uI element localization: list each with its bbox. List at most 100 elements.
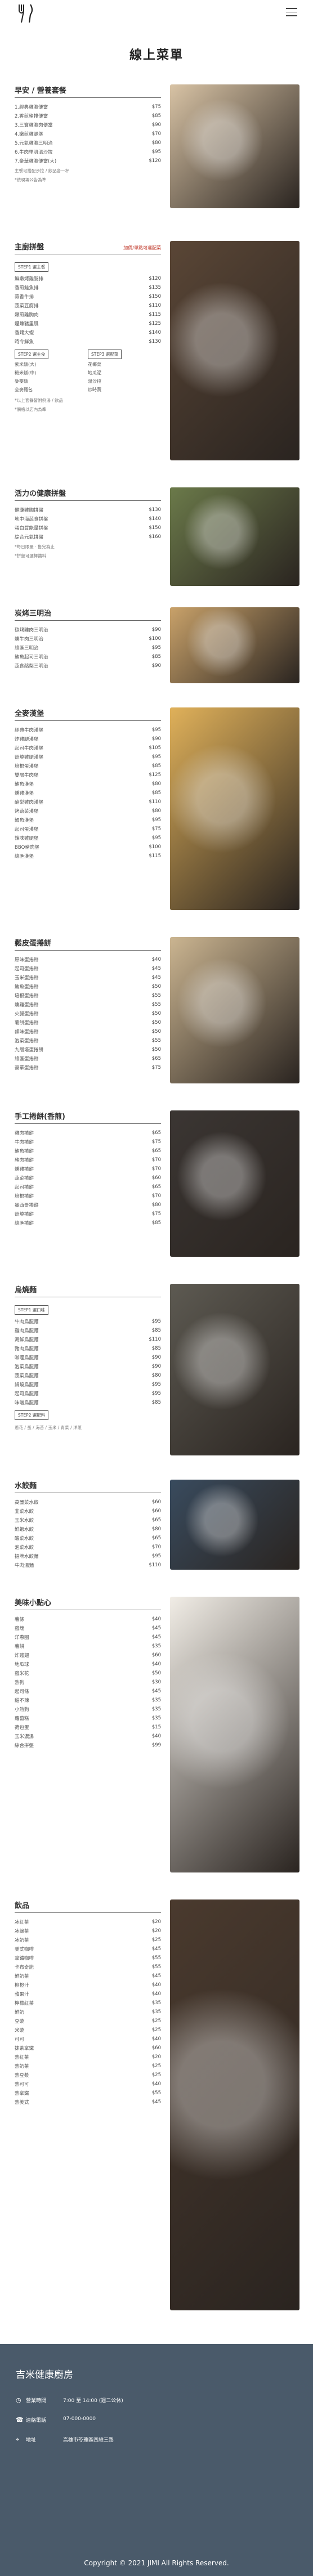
menu-item-price: $45 [151, 1688, 161, 1694]
menu-section: 早安 / 營養套餐 1.經典雞胸便當 $75 2.香煎豬排便當 $85 3.三寶雞胸肉便當… [0, 84, 313, 231]
section-divider [15, 1912, 161, 1913]
menu-item-name: 總匯三明治 [15, 646, 39, 651]
section-divider [15, 950, 161, 951]
menu-item-name: 炸雞翅 [15, 1653, 29, 1659]
menu-item-name: 辣味雞腿堡 [15, 836, 39, 841]
menu-item-name: 炸雞腿漢堡 [15, 737, 39, 742]
menu-item-price: $95 [151, 1553, 161, 1559]
menu-item: 雞米花 $50 [15, 1669, 161, 1678]
menu-item-price: $50 [151, 1029, 161, 1034]
menu-item-price: $99 [151, 1742, 161, 1748]
menu-item-name: 蘋果汁 [15, 1992, 29, 1997]
menu-section: 烏燒麵 STEP1 選口味 牛肉烏龍麵 $95 雞肉烏龍麵 $85 海鮮烏龍麵 $110 豬肉烏… [0, 1284, 313, 1470]
menu-item-price: $55 [151, 1955, 161, 1961]
address-value[interactable]: 高雄市苓雅區四維三路 [63, 2436, 114, 2443]
menu-item: 地中海蔬食拼盤 $140 [15, 514, 161, 523]
menu-container: 早安 / 營養套餐 1.經典雞胸便當 $75 2.香煎豬排便當 $85 3.三寶雞胸肉便當… [0, 84, 313, 2327]
section-header: 鬆皮蛋捲餅 [15, 937, 161, 948]
hamburger-menu-button[interactable] [286, 8, 297, 18]
menu-item-name: 薯餅 [15, 1644, 25, 1650]
menu-item-name: 煙燻豬里肌 [15, 321, 39, 327]
menu-item-price: $50 [151, 1047, 161, 1052]
menu-item: 綜合拼盤 $99 [15, 1741, 161, 1750]
menu-item: 辣味蛋捲餅 $50 [15, 1027, 161, 1036]
menu-item-price: $95 [151, 1391, 161, 1396]
menu-item-price: $65 [151, 1517, 161, 1523]
menu-item-price: $25 [151, 2018, 161, 2024]
menu-item-name: 卡布奇諾 [15, 1965, 34, 1970]
menu-item-name: 4.嫩煎雞腿堡 [15, 132, 43, 137]
menu-item: 經典牛肉漢堡 $95 [15, 725, 161, 734]
menu-item: 鮪魚捲餅 $65 [15, 1146, 161, 1155]
menu-item-name: 薯餅蛋捲餅 [15, 1020, 39, 1026]
menu-item: 鮮奶 $35 [15, 2008, 161, 2017]
menu-item: 鮮奶茶 $45 [15, 1972, 161, 1981]
section-footnote: 主餐可搭配沙拉 / 飲品各一杯 [15, 168, 70, 173]
menu-item: 豬肉捲餅 $70 [15, 1155, 161, 1164]
menu-item-price: $50 [151, 1670, 161, 1676]
menu-item-price: $90 [151, 1355, 161, 1360]
menu-item: 豆漿 $25 [15, 2017, 161, 2026]
menu-item: 雞肉捲餅 $65 [15, 1128, 161, 1137]
option-item: 全麥麵包 [15, 387, 33, 392]
menu-item: 玉米水餃 $65 [15, 1516, 161, 1525]
option-column: STEP3 選配菜 花椰菜 地瓜泥 溫沙拉 炒時蔬 [88, 346, 161, 395]
menu-item-price: $100 [149, 636, 161, 642]
menu-item-name: 總匯捲餅 [15, 1221, 34, 1226]
menu-item-name: 雞塊 [15, 1626, 25, 1632]
menu-item-price: $115 [149, 853, 161, 859]
menu-item-name: 蔬菜捲餅 [15, 1176, 34, 1181]
section-divider [15, 620, 161, 621]
section-header: 飲品 [15, 1899, 161, 1910]
menu-item-name: 鮮蝦水餃 [15, 1527, 34, 1533]
menu-item: 香煎鮭魚排 $135 [15, 283, 161, 292]
fork-knife-icon[interactable] [15, 2, 37, 25]
menu-item: 熱美式 $45 [15, 2098, 161, 2107]
menu-item: 起司蛋漢堡 $75 [15, 825, 161, 834]
menu-item-price: $100 [149, 844, 161, 850]
menu-item-price: $70 [151, 1544, 161, 1550]
top-bar [0, 0, 313, 33]
menu-item-price: $80 [151, 140, 161, 146]
menu-item: 洋蔥圈 $45 [15, 1633, 161, 1642]
menu-item-price: $60 [151, 1499, 161, 1505]
clock-icon: ◷ [16, 2396, 21, 2404]
menu-item: 培根蛋漢堡 $85 [15, 761, 161, 770]
menu-item-name: 熱豆漿 [15, 2073, 29, 2078]
menu-item-name: 燻雞蛋捲餅 [15, 1002, 39, 1008]
menu-item-name: 泡菜烏龍麵 [15, 1364, 39, 1370]
menu-item: 鮪魚起司三明治 $85 [15, 652, 161, 661]
menu-item: 豬肉烏龍麵 $85 [15, 1344, 161, 1353]
menu-item-price: $125 [149, 772, 161, 778]
menu-item-price: $80 [151, 1202, 161, 1208]
section-note: 加價/單點可選配菜 [123, 245, 161, 250]
menu-item-name: 原味蛋捲餅 [15, 957, 39, 963]
menu-item: 起司條 $45 [15, 1687, 161, 1696]
menu-item-name: 酪梨雞肉漢堡 [15, 800, 44, 805]
menu-item-price: $50 [151, 1020, 161, 1025]
menu-item: 泡菜烏龍麵 $90 [15, 1362, 161, 1371]
menu-item-price: $95 [151, 1319, 161, 1324]
menu-section: 炭烤三明治 碳烤雞肉三明治 $90 燻牛肉三明治 $100 總匯三明治 $95 鮪魚起司三明治… [0, 607, 313, 697]
menu-item: 起司捲餅 $65 [15, 1182, 161, 1191]
menu-item-price: $85 [151, 1346, 161, 1351]
menu-item-name: 酸菜水餃 [15, 1536, 34, 1542]
menu-item: 蔬菜豆腐排 $110 [15, 301, 161, 310]
food-photo [170, 1284, 299, 1455]
menu-item: 蔬菜捲餅 $60 [15, 1173, 161, 1182]
option-item: 花椰菜 [88, 362, 101, 367]
menu-item-price: $55 [151, 1002, 161, 1007]
page-title: 線上菜單 [129, 48, 184, 62]
section-title: 美味小點心 [15, 1599, 52, 1607]
menu-item-name: 照燒雞腿漢堡 [15, 755, 44, 760]
menu-item: 燻雞捲餅 $70 [15, 1164, 161, 1173]
address-label: 地址 [26, 2438, 37, 2443]
menu-item: 綜合元氣拼盤 $160 [15, 532, 161, 541]
menu-item-name: 可可 [15, 2037, 25, 2042]
menu-item-price: $110 [149, 303, 161, 308]
menu-item-name: 燻雞漢堡 [15, 791, 34, 796]
menu-item-price: $25 [151, 2063, 161, 2069]
menu-item: 鮪魚蛋捲餅 $50 [15, 982, 161, 991]
menu-item-price: $35 [151, 1697, 161, 1703]
menu-item: 甜不辣 $35 [15, 1696, 161, 1705]
